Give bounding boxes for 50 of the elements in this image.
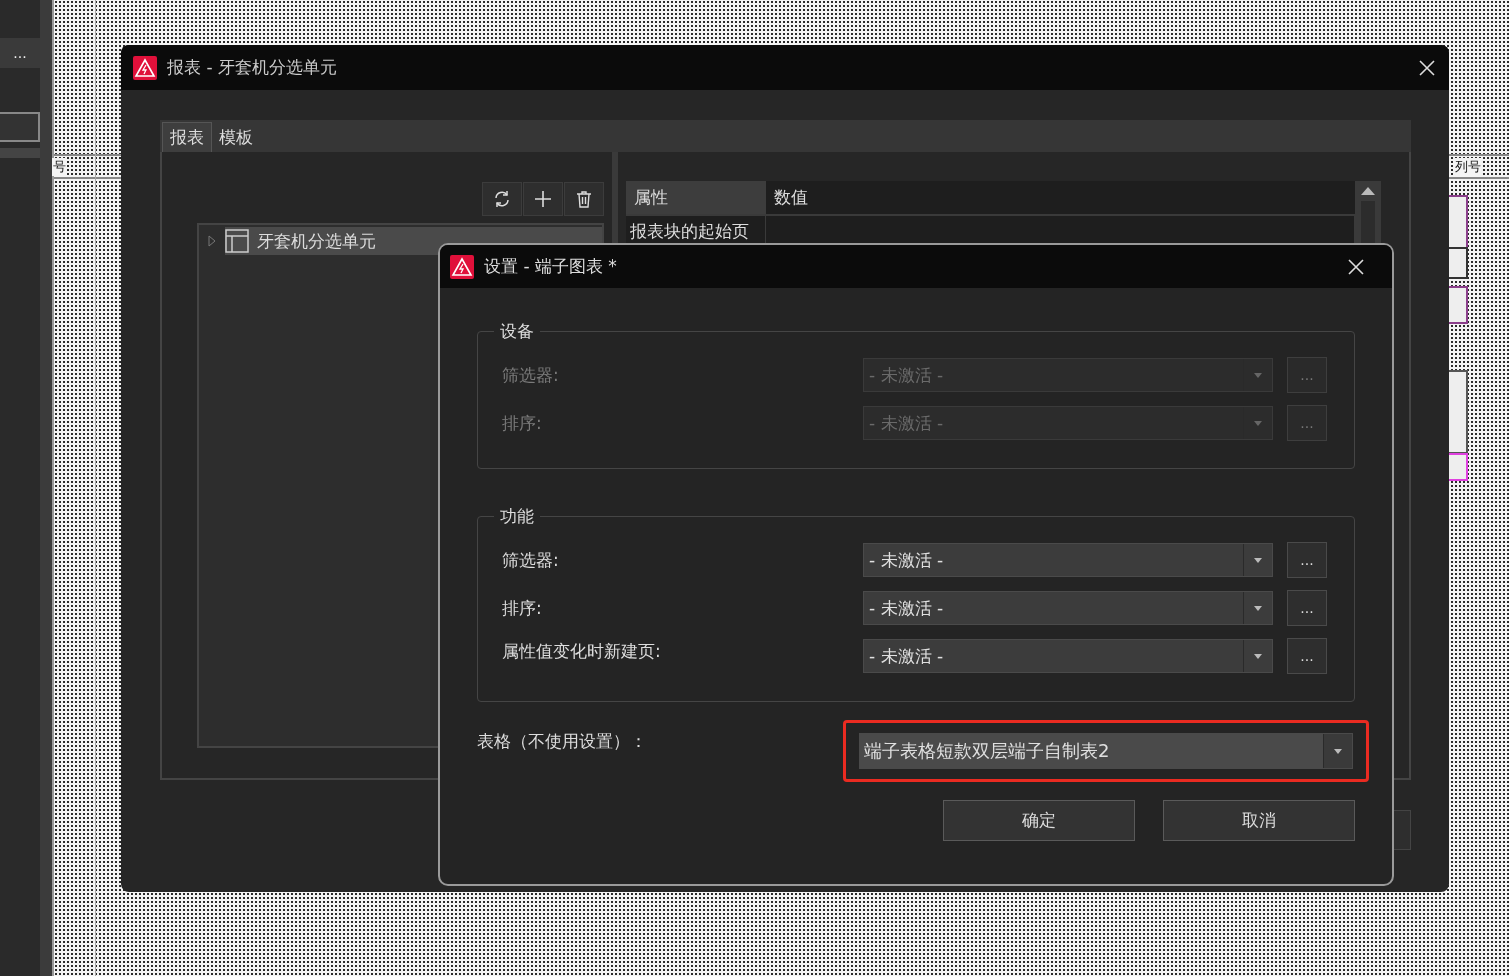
field-label: 筛选器: [502, 363, 560, 387]
browse-button: ... [1287, 357, 1327, 393]
group-title: 功能 [499, 505, 535, 528]
field-label: 排序: [502, 411, 543, 435]
field-label: 排序: [502, 596, 543, 620]
refresh-button[interactable] [482, 182, 522, 216]
sidebar-field[interactable] [0, 112, 40, 142]
dropdown-arrow-icon [1334, 748, 1342, 754]
dropdown[interactable]: - 未激活 - [863, 639, 1273, 673]
dropdown-arrow-icon [1254, 653, 1262, 659]
field-label: 筛选器: [502, 548, 560, 572]
dropdown-arrow-icon [1254, 372, 1262, 378]
toolbar-strip [0, 148, 40, 158]
group-title: 设备 [499, 320, 535, 343]
refresh-icon [493, 190, 511, 208]
browse-button[interactable]: ... [1287, 542, 1327, 578]
more-button[interactable]: ... [0, 38, 40, 68]
browse-button[interactable]: ... [1287, 590, 1327, 626]
dropdown-arrow-icon [1254, 420, 1262, 426]
column-header: 属性 [626, 181, 766, 216]
dropdown[interactable]: - 未激活 - [863, 591, 1273, 625]
symbol-frame [1448, 286, 1468, 324]
column-label: 号 [52, 158, 67, 176]
expand-arrow-icon[interactable] [207, 235, 217, 247]
close-icon[interactable] [1348, 258, 1364, 275]
tree-item-label: 牙套机分选单元 [257, 229, 376, 253]
app-logo-icon [133, 55, 157, 80]
table-layout-icon [225, 229, 249, 253]
tab[interactable]: 报表 [162, 122, 212, 152]
dialog-title: 设置 - 端子图表 * [484, 255, 618, 278]
trash-icon [576, 190, 592, 208]
dialog-button[interactable]: 取消 [1163, 800, 1355, 841]
scroll-up-icon[interactable] [1361, 187, 1375, 195]
field-label: 属性值变化时新建页: [502, 640, 662, 663]
column-label: 列号 [1454, 158, 1482, 176]
delete-button[interactable] [564, 182, 604, 216]
tab[interactable]: 模板 [212, 122, 260, 152]
dropdown[interactable]: 端子表格短款双层端子自制表2 [859, 733, 1353, 769]
window-title: 报表 - 牙套机分选单元 [167, 56, 338, 79]
dropdown[interactable]: - 未激活 - [863, 543, 1273, 577]
add-button[interactable] [523, 182, 563, 216]
field-label: 表格（不使用设置）： [477, 730, 647, 753]
dropdown-arrow-icon [1254, 557, 1262, 563]
plus-icon [534, 190, 552, 208]
browse-button[interactable]: ... [1287, 638, 1327, 674]
dropdown-arrow-icon [1254, 605, 1262, 611]
browse-button: ... [1287, 405, 1327, 441]
close-icon[interactable] [1419, 59, 1435, 76]
dialog-button[interactable]: 确定 [943, 800, 1135, 841]
app-logo-icon [450, 254, 474, 279]
